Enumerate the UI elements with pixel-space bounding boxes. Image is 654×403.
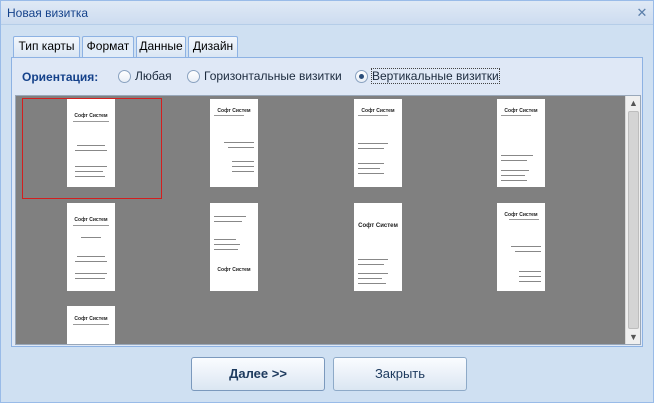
- card-company: Софт Систем: [504, 108, 538, 114]
- card-thumbnail[interactable]: Софт Систем: [67, 306, 115, 344]
- title-bar[interactable]: Новая визитка ✕: [1, 1, 653, 25]
- card-thumbnail[interactable]: Софт Систем: [210, 203, 258, 291]
- scroll-up-icon[interactable]: ▲: [626, 96, 640, 110]
- scroll-thumb[interactable]: [628, 111, 639, 329]
- tab-design[interactable]: Дизайн: [188, 36, 238, 57]
- card-company: Софт Систем: [217, 108, 251, 114]
- radio-any-indicator[interactable]: [118, 70, 131, 83]
- radio-horizontal-indicator[interactable]: [187, 70, 200, 83]
- card-thumbnail[interactable]: Софт Систем: [354, 99, 402, 187]
- card-thumbnail[interactable]: Софт Систем: [497, 203, 545, 291]
- card-thumbnail[interactable]: Софт Систем: [67, 203, 115, 291]
- scroll-down-icon[interactable]: ▼: [626, 330, 640, 344]
- radio-vertical-indicator[interactable]: [355, 70, 368, 83]
- design-gallery: Софт Систем Софт Систем Софт Систем Софт…: [15, 95, 641, 345]
- radio-horizontal-label[interactable]: Горизонтальные визитки: [204, 69, 342, 83]
- radio-vertical[interactable]: Вертикальные визитки: [355, 68, 505, 85]
- card-thumbnail[interactable]: Софт Систем: [67, 99, 115, 187]
- card-company: Софт Систем: [74, 113, 108, 119]
- format-panel: Ориентация: Любая Горизонтальные визитки…: [11, 57, 643, 347]
- window-title: Новая визитка: [7, 6, 89, 20]
- close-button[interactable]: Закрыть: [333, 357, 467, 391]
- card-company: Софт Систем: [74, 316, 108, 322]
- card-company: Софт Систем: [217, 267, 251, 273]
- card-company: Софт Систем: [361, 108, 395, 114]
- tab-card-type[interactable]: Тип карты: [13, 36, 80, 57]
- tab-format[interactable]: Формат: [82, 36, 134, 57]
- radio-any[interactable]: Любая: [118, 69, 180, 85]
- radio-vertical-label[interactable]: Вертикальные визитки: [371, 68, 500, 84]
- card-company: Софт Систем: [358, 223, 398, 229]
- dialog-window: Новая визитка ✕ Тип карты Формат Данные …: [0, 0, 654, 403]
- card-company: Софт Систем: [74, 217, 108, 223]
- radio-horizontal[interactable]: Горизонтальные визитки: [187, 69, 357, 85]
- next-button[interactable]: Далее >>: [191, 357, 325, 391]
- orientation-row: Ориентация: Любая Горизонтальные визитки…: [12, 58, 642, 94]
- card-company: Софт Систем: [504, 212, 538, 218]
- close-icon[interactable]: ✕: [635, 6, 649, 20]
- gallery-scrollbar[interactable]: ▲ ▼: [625, 96, 640, 344]
- radio-any-label[interactable]: Любая: [135, 69, 172, 83]
- orientation-label: Ориентация:: [22, 70, 99, 84]
- card-thumbnail[interactable]: Софт Систем: [210, 99, 258, 187]
- card-thumbnail[interactable]: Софт Систем: [354, 203, 402, 291]
- card-thumbnail[interactable]: Софт Систем: [497, 99, 545, 187]
- tab-data[interactable]: Данные: [136, 36, 186, 57]
